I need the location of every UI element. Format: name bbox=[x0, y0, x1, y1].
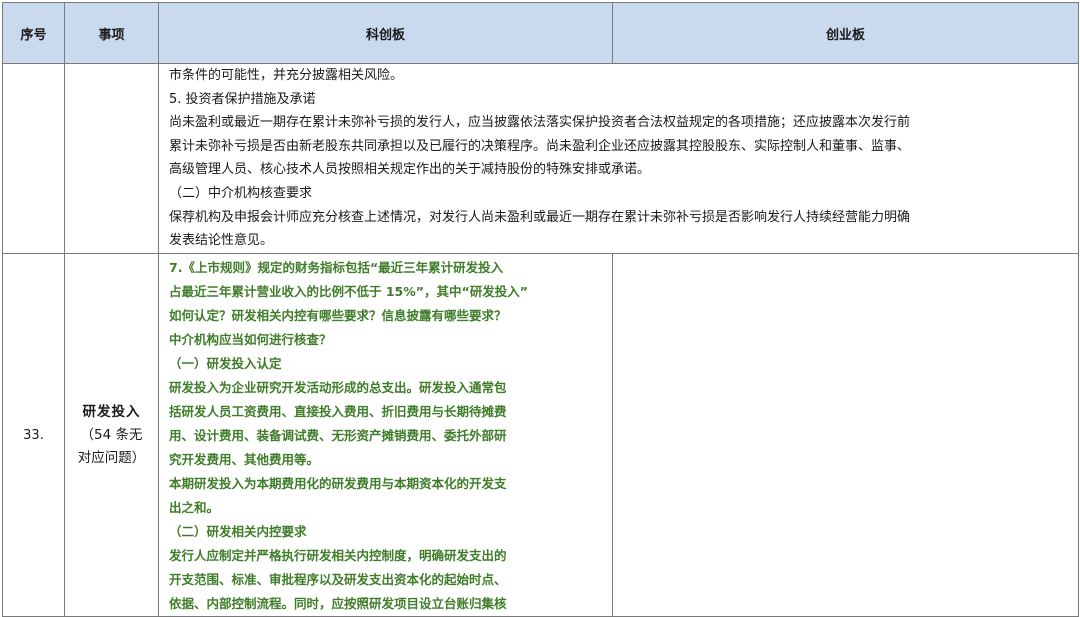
text-line: （二）中介机构核查要求 bbox=[169, 185, 313, 201]
header-no: 序号 bbox=[2, 2, 65, 64]
text-line: 占最近三年累计营业收入的比例不低于 15%”，其中“研发投入” bbox=[169, 284, 528, 299]
text-line: 括研发人员工资费用、直接投入费用、折旧费用与长期待摊费 bbox=[169, 404, 507, 419]
table-row-33: 33. 研发投入 （54 条无 对应问题） 7.《上市规则》规定的财务指标包括“… bbox=[2, 253, 1079, 617]
text-line: 依据、内部控制流程。同时，应按照研发项目设立台账归集核 bbox=[169, 596, 507, 611]
text-line: 市条件的可能性，并充分披露相关风险。 bbox=[169, 68, 404, 83]
text-line: 开支范围、标准、审批程序以及研发支出资本化的起始时点、 bbox=[169, 572, 507, 587]
text-line: 本期研发投入为本期费用化的研发费用与本期资本化的开发支 bbox=[169, 476, 507, 491]
comparison-table: 序号 事项 科创板 创业板 市条件的可能性，并充分披露相关风险。 5. 投资者保… bbox=[2, 2, 1079, 617]
header-item: 事项 bbox=[64, 2, 159, 64]
text-line: 发表结论性意见。 bbox=[169, 233, 274, 249]
text-line: 究开发费用、其他费用等。 bbox=[169, 452, 320, 467]
item-note: （54 条无 bbox=[80, 426, 143, 443]
text-line: （一）研发投入认定 bbox=[169, 356, 282, 371]
cell-row-number: 33. bbox=[2, 253, 65, 617]
text-line: 7.《上市规则》规定的财务指标包括“最近三年累计研发投入 bbox=[169, 260, 504, 275]
item-title: 研发投入 bbox=[82, 403, 141, 420]
text-line: 用、设计费用、装备调试费、无形资产摊销费用、委托外部研 bbox=[169, 428, 507, 443]
header-gem: 创业板 bbox=[612, 2, 1079, 64]
header-row: 序号 事项 科创板 创业板 bbox=[2, 2, 1079, 64]
text-line: 累计未弥补亏损是否由新老股东共同承担以及已履行的决策程序。尚未盈利企业还应披露其… bbox=[169, 138, 911, 154]
text-line: 尚未盈利或最近一期存在累计未弥补亏损的发行人，应当披露依法落实保护投资者合法权益… bbox=[169, 115, 911, 131]
text-line: （二）研发相关内控要求 bbox=[169, 524, 307, 539]
text-line: 出之和。 bbox=[169, 500, 220, 515]
text-line: 研发投入为企业研究开发活动形成的总支出。研发投入通常包 bbox=[169, 380, 507, 395]
cell-continuation-text: 市条件的可能性，并充分披露相关风险。 5. 投资者保护措施及承诺 尚未盈利或最近… bbox=[158, 63, 1079, 254]
text-line: 发行人应制定并严格执行研发相关内控制度，明确研发支出的 bbox=[169, 548, 507, 563]
text-line: 5. 投资者保护措施及承诺 bbox=[169, 91, 316, 107]
header-star-market: 科创板 bbox=[158, 2, 613, 64]
cell-no-empty bbox=[2, 63, 65, 254]
cell-item-empty bbox=[64, 63, 159, 254]
text-line: 保荐机构及申报会计师应充分核查上述情况，对发行人尚未盈利或最近一期存在累计未弥补… bbox=[169, 209, 911, 225]
text-line: 中介机构应当如何进行核查？ bbox=[169, 332, 332, 347]
text-line: 高级管理人员、核心技术人员按照相关规定作出的关于减持股份的特殊安排或承诺。 bbox=[169, 162, 651, 178]
text-line: 如何认定？研发相关内控有哪些要求？信息披露有哪些要求？ bbox=[169, 308, 507, 323]
table-row-continuation: 市条件的可能性，并充分披露相关风险。 5. 投资者保护措施及承诺 尚未盈利或最近… bbox=[2, 63, 1079, 254]
item-note: 对应问题） bbox=[77, 449, 146, 466]
cell-gem-empty bbox=[612, 253, 1079, 617]
cell-item: 研发投入 （54 条无 对应问题） bbox=[64, 253, 159, 617]
cell-star-market-text: 7.《上市规则》规定的财务指标包括“最近三年累计研发投入 占最近三年累计营业收入… bbox=[158, 253, 613, 617]
